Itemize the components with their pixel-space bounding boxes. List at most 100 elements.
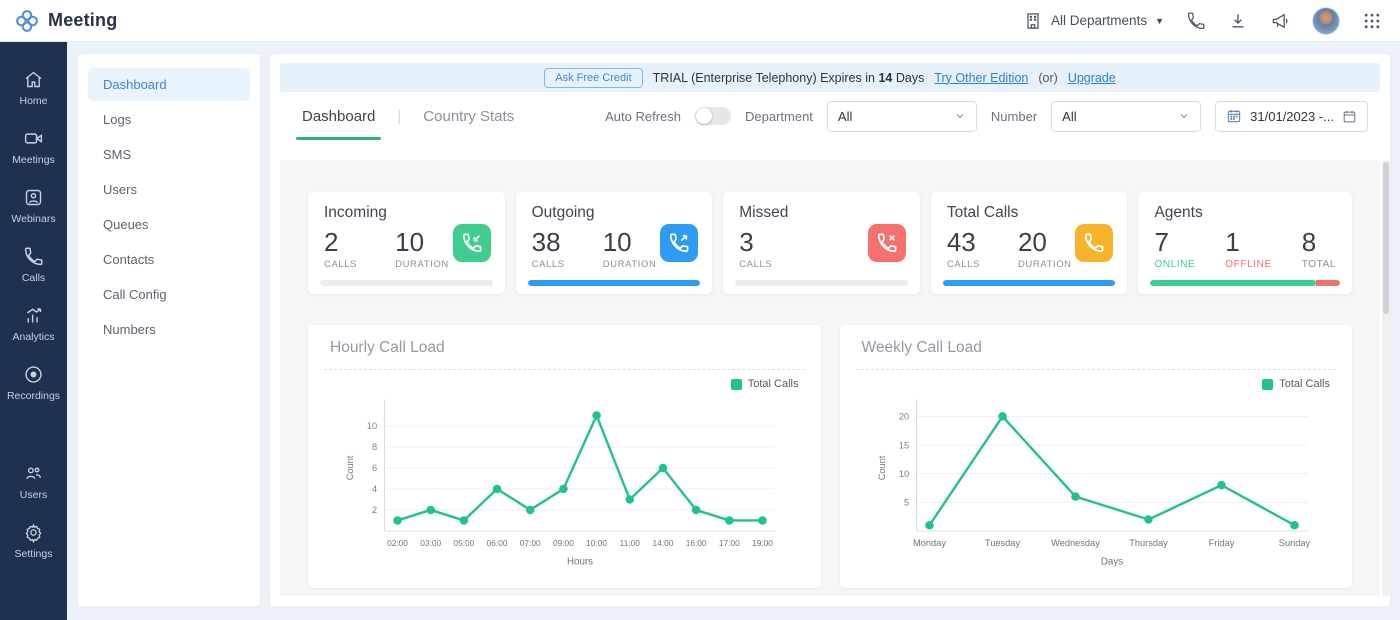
svg-text:Friday: Friday: [1208, 538, 1234, 548]
calls-caption: CALLS: [324, 259, 357, 270]
department-scope-selector[interactable]: All Departments ▼: [1023, 11, 1164, 31]
total-duration-value: 20: [1018, 228, 1072, 257]
svg-text:15: 15: [898, 440, 908, 450]
download-icon[interactable]: [1228, 11, 1248, 31]
chevron-down-icon: [1178, 110, 1190, 122]
weekly-call-load-chart: 5101520MondayTuesdayWednesdayThursdayFri…: [862, 392, 1331, 568]
svg-text:19:00: 19:00: [752, 538, 773, 548]
or-text: (or): [1038, 71, 1057, 85]
card-title: Missed: [739, 204, 904, 222]
sidebar-item-dashboard[interactable]: Dashboard: [88, 68, 250, 101]
number-select-value: All: [1062, 109, 1076, 124]
agents-ratio-bar: [1150, 280, 1340, 286]
agents-card: Agents 7ONLINE 1OFFLINE 8TOTAL: [1138, 192, 1352, 294]
calls-sidebar: Dashboard Logs SMS Users Queues Contacts…: [78, 54, 260, 606]
legend-swatch: [731, 379, 742, 390]
svg-text:Sunday: Sunday: [1278, 538, 1310, 548]
svg-text:02:00: 02:00: [387, 538, 408, 548]
sidebar-item-logs[interactable]: Logs: [88, 103, 250, 136]
app-logo: Meeting: [14, 8, 117, 34]
charts-row: Hourly Call Load Total Calls 24681002:00…: [308, 325, 1352, 588]
weekly-call-load-card: Weekly Call Load Total Calls 5101520Mond…: [840, 325, 1353, 588]
rail-label: Webinars: [11, 213, 55, 225]
sidebar-item-contacts[interactable]: Contacts: [88, 243, 250, 276]
number-select[interactable]: All: [1051, 101, 1201, 132]
duration-caption: DURATION: [603, 259, 657, 270]
phone-icon[interactable]: [1186, 11, 1206, 31]
date-range-picker[interactable]: 31/01/2023 -...: [1215, 101, 1368, 132]
announcement-icon[interactable]: [1270, 11, 1290, 31]
rail-item-recordings[interactable]: Recordings: [0, 353, 67, 412]
apps-grid-icon[interactable]: [1362, 11, 1382, 31]
svg-text:06:00: 06:00: [487, 538, 508, 548]
missed-call-icon: [868, 224, 906, 262]
duration-caption: DURATION: [395, 259, 449, 270]
svg-text:4: 4: [372, 484, 377, 494]
try-other-edition-link[interactable]: Try Other Edition: [934, 71, 1028, 85]
rail-item-analytics[interactable]: Analytics: [0, 294, 67, 353]
top-header: Meeting All Departments ▼: [0, 0, 1400, 42]
rail-label: Recordings: [7, 390, 60, 402]
rail-label: Calls: [22, 272, 45, 284]
total-caption: TOTAL: [1302, 259, 1336, 270]
rail-item-settings[interactable]: Settings: [0, 511, 67, 570]
home-icon: [23, 69, 44, 90]
hourly-call-load-card: Hourly Call Load Total Calls 24681002:00…: [308, 325, 821, 588]
user-avatar[interactable]: [1312, 7, 1340, 35]
svg-text:8: 8: [372, 442, 377, 452]
department-select[interactable]: All: [827, 101, 977, 132]
chart-legend: Total Calls: [330, 378, 799, 390]
card-title: Agents: [1154, 204, 1336, 222]
upgrade-link[interactable]: Upgrade: [1068, 71, 1116, 85]
svg-text:Wednesday: Wednesday: [1051, 538, 1100, 548]
content-scrollbar[interactable]: [1382, 160, 1390, 596]
outgoing-call-icon: [660, 224, 698, 262]
chart-title: Weekly Call Load: [862, 339, 1331, 357]
calls-caption: CALLS: [947, 259, 980, 270]
rail-item-meetings[interactable]: Meetings: [0, 117, 67, 176]
rail-item-calls[interactable]: Calls: [0, 235, 67, 294]
card-title: Outgoing: [532, 204, 697, 222]
agents-online-value: 7: [1154, 228, 1195, 257]
divider: [856, 369, 1337, 370]
sidebar-item-numbers[interactable]: Numbers: [88, 313, 250, 346]
department-scope-value: All Departments: [1051, 13, 1147, 28]
app-title: Meeting: [48, 10, 117, 31]
rail-item-home[interactable]: Home: [0, 58, 67, 117]
trial-days: 14: [878, 71, 892, 85]
rail-label: Home: [19, 95, 47, 107]
svg-text:09:00: 09:00: [553, 538, 574, 548]
legend-label: Total Calls: [748, 378, 799, 390]
svg-text:5: 5: [903, 498, 908, 508]
chart-legend: Total Calls: [862, 378, 1331, 390]
sidebar-item-sms[interactable]: SMS: [88, 138, 250, 171]
trial-text: TRIAL (Enterprise Telephony) Expires in …: [653, 71, 925, 85]
users-icon: [23, 463, 44, 484]
sidebar-item-users[interactable]: Users: [88, 173, 250, 206]
sidebar-item-queues[interactable]: Queues: [88, 208, 250, 241]
rail-label: Settings: [15, 548, 53, 560]
tab-country-stats[interactable]: Country Stats: [417, 92, 520, 140]
auto-refresh-toggle[interactable]: [695, 107, 731, 125]
svg-text:Count: Count: [877, 455, 887, 480]
view-tabs: Dashboard | Country Stats: [296, 92, 520, 140]
gear-icon: [23, 522, 44, 543]
calls-caption: CALLS: [739, 259, 772, 270]
chevron-down-icon: [954, 110, 966, 122]
tab-dashboard[interactable]: Dashboard: [296, 92, 381, 140]
rail-item-webinars[interactable]: Webinars: [0, 176, 67, 235]
outgoing-calls-card: Outgoing 38CALLS 10DURATION: [516, 192, 713, 294]
missed-progress-bar: [735, 280, 908, 286]
trial-banner: Ask Free Credit TRIAL (Enterprise Teleph…: [280, 63, 1380, 92]
ask-free-credit-button[interactable]: Ask Free Credit: [544, 68, 642, 88]
duration-caption: DURATION: [1018, 259, 1072, 270]
dashboard-toolbar: Dashboard | Country Stats Auto Refresh D…: [270, 92, 1390, 140]
svg-text:20: 20: [898, 412, 908, 422]
total-calls-value: 43: [947, 228, 980, 257]
toggle-knob: [696, 108, 712, 124]
scrollbar-thumb[interactable]: [1383, 162, 1389, 314]
svg-text:Tuesday: Tuesday: [984, 538, 1020, 548]
app-rail: Home Meetings Webinars Calls Analytics R…: [0, 42, 67, 620]
sidebar-item-call-config[interactable]: Call Config: [88, 278, 250, 311]
rail-item-users[interactable]: Users: [0, 452, 67, 511]
